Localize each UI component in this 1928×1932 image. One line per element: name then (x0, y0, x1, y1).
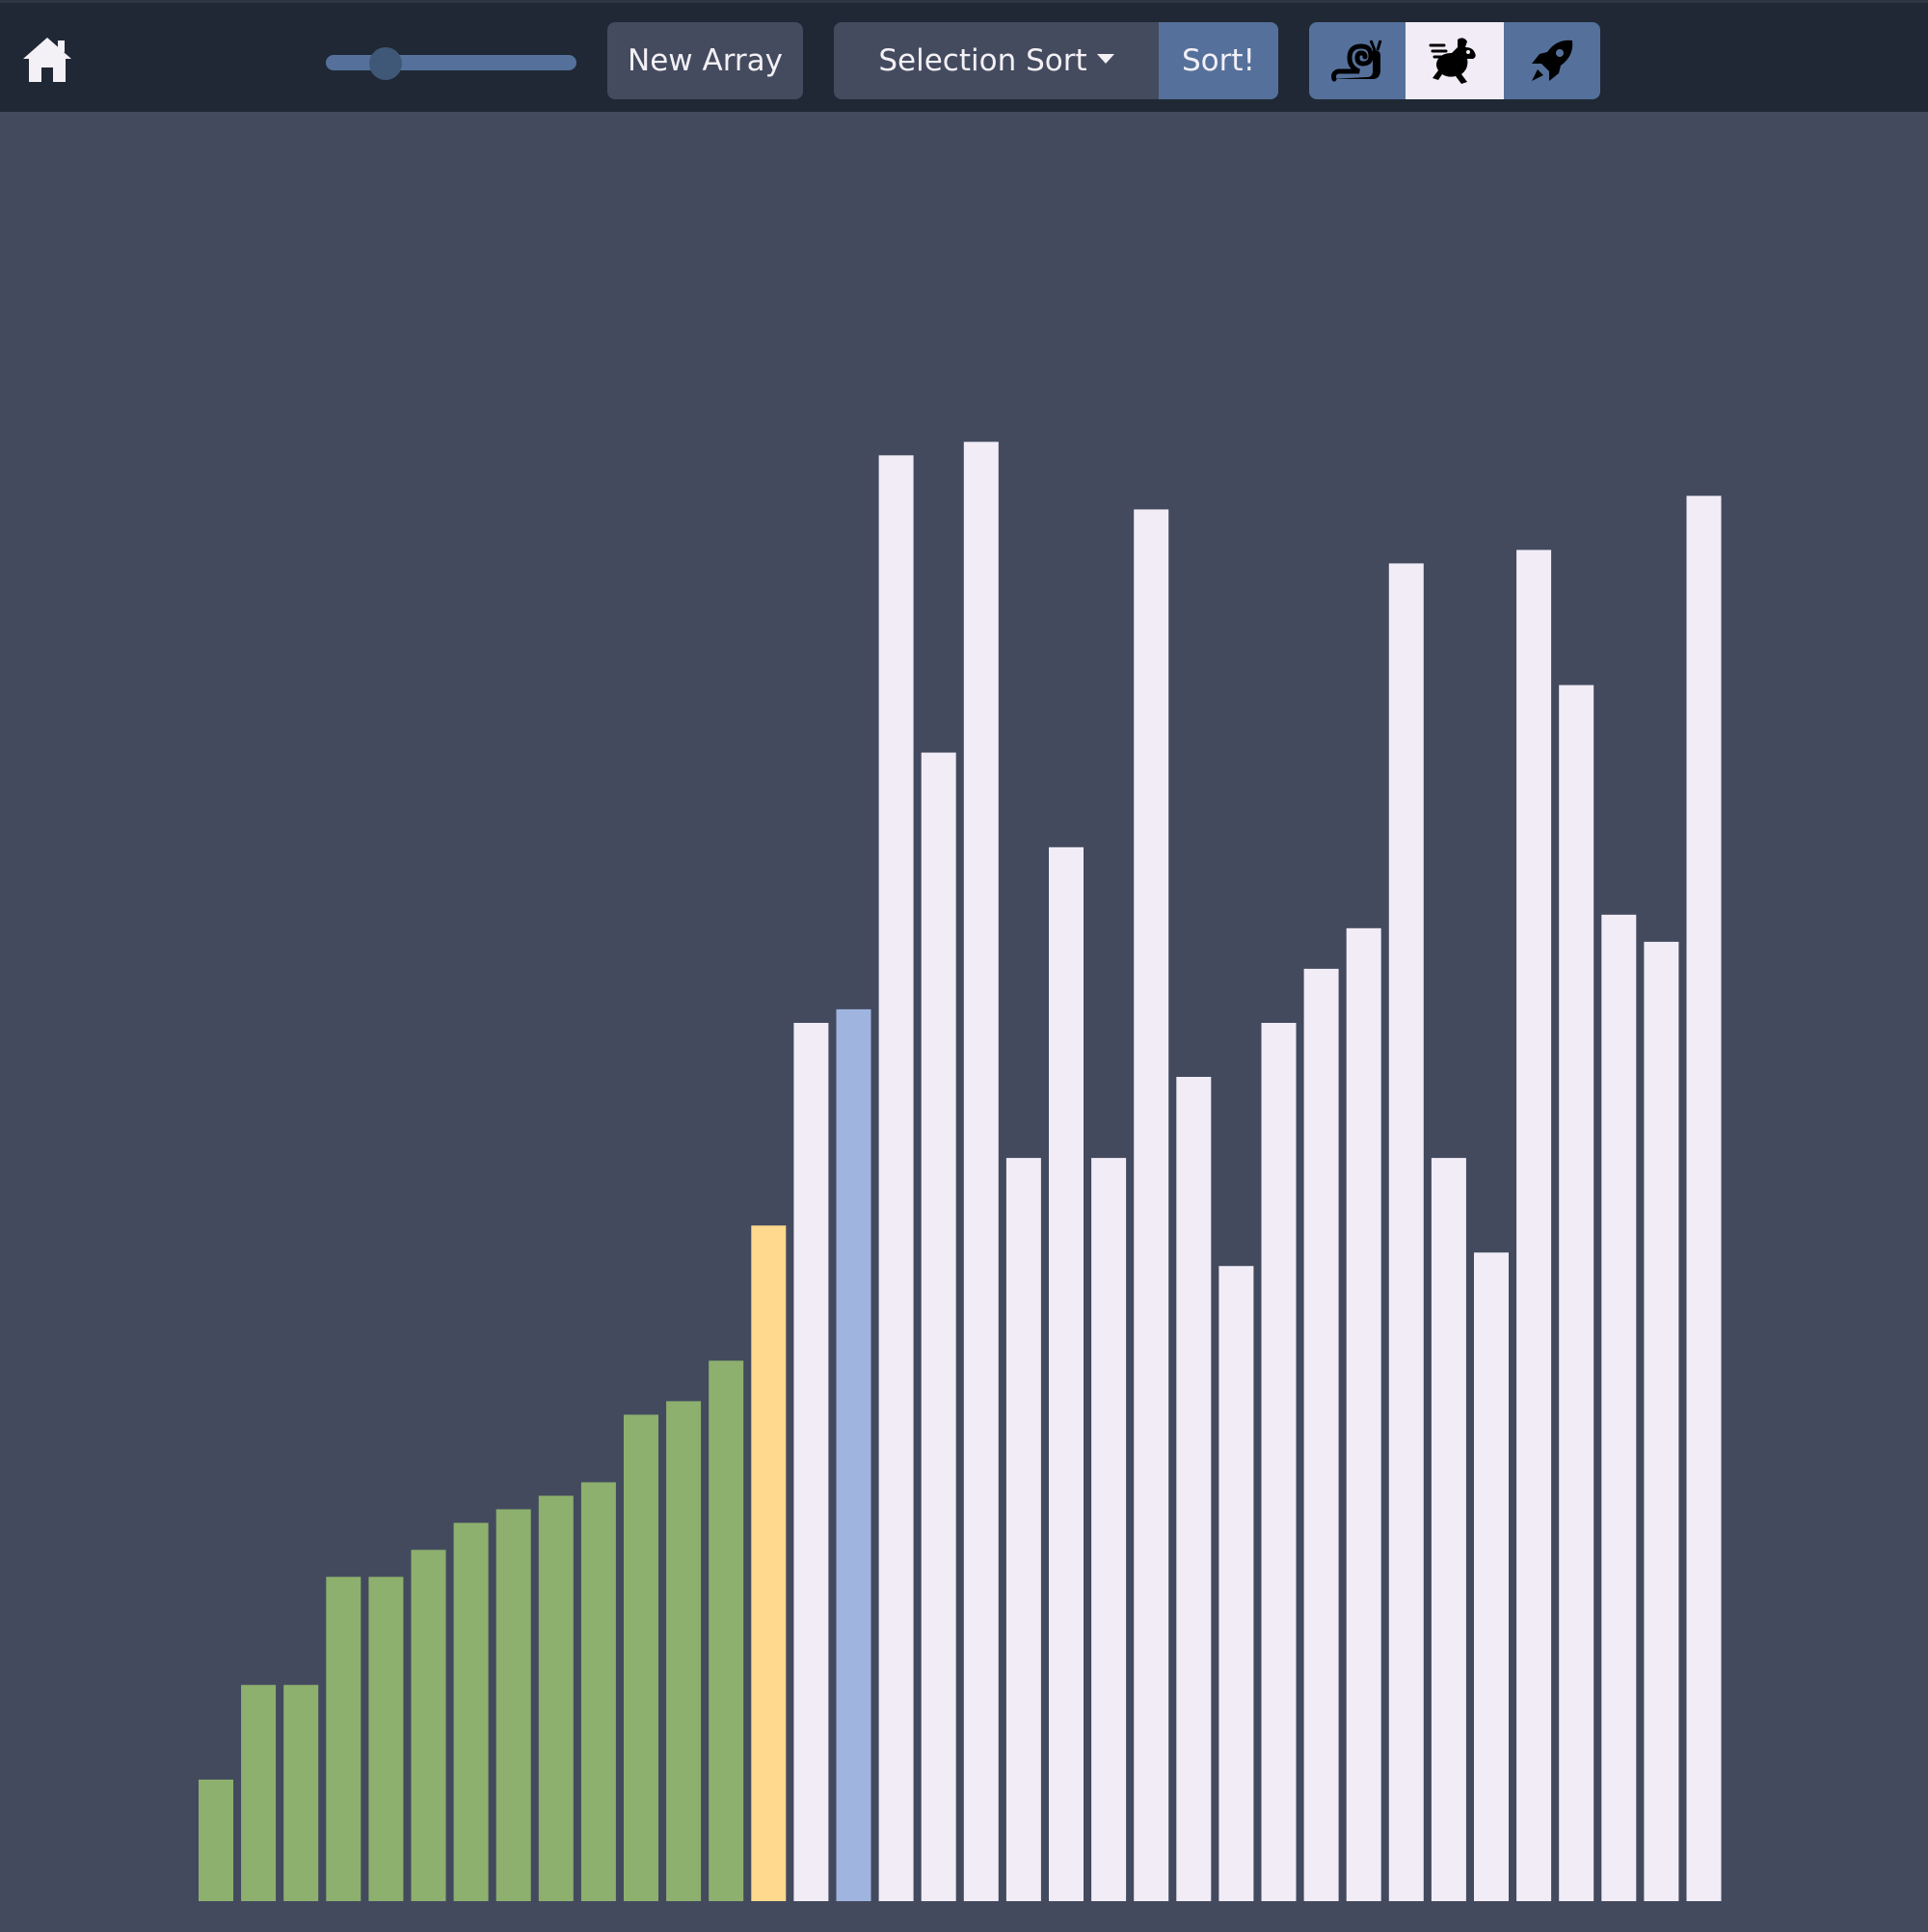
array-bar (921, 752, 956, 1901)
array-bar (453, 1522, 489, 1901)
sort-button[interactable]: Sort! (1159, 22, 1278, 99)
speed-medium-button[interactable] (1406, 22, 1504, 99)
array-bar (241, 1684, 277, 1901)
rocket-icon (1532, 40, 1573, 81)
sorting-visualizer (0, 112, 1928, 1932)
array-bar (1346, 927, 1381, 1901)
navbar: New Array Selection Sort Sort! (0, 0, 1928, 112)
array-bar (709, 1360, 744, 1901)
array-bar (1176, 1077, 1212, 1901)
array-bar (1431, 1158, 1466, 1901)
array-bar (963, 442, 999, 1901)
array-bar (624, 1414, 658, 1901)
array-bar (538, 1495, 574, 1901)
array-bar (326, 1576, 362, 1901)
array-bar (1218, 1266, 1254, 1901)
slider-thumb[interactable] (369, 47, 403, 80)
array-bar (411, 1549, 446, 1901)
array-bar (495, 1509, 531, 1901)
array-bar (1134, 509, 1169, 1901)
array-bar (1303, 968, 1339, 1901)
array-bar (1644, 941, 1679, 1901)
array-bar (878, 455, 914, 1901)
home-icon (23, 38, 71, 82)
bar-chart (199, 442, 1722, 1901)
array-bar (1261, 1023, 1297, 1901)
array-size-slider[interactable] (326, 47, 576, 80)
algorithm-dropdown[interactable]: Selection Sort (834, 22, 1159, 99)
snail-icon (1331, 40, 1382, 82)
array-bar (1005, 1158, 1041, 1901)
array-bar (751, 1225, 787, 1901)
array-bar (199, 1779, 233, 1901)
array-bar (1559, 684, 1594, 1901)
array-bar (836, 1008, 871, 1901)
array-bar (580, 1482, 616, 1901)
array-bar (1686, 496, 1722, 1901)
array-bar (1388, 563, 1424, 1901)
new-array-button[interactable]: New Array (607, 22, 803, 99)
slider-track (326, 55, 576, 70)
array-bar (1516, 550, 1552, 1901)
array-bar (793, 1023, 829, 1901)
algorithm-group: Selection Sort Sort! (834, 22, 1278, 99)
array-bar (1091, 1158, 1127, 1901)
array-bar (666, 1401, 702, 1901)
algorithm-selected-label: Selection Sort (878, 43, 1087, 78)
rabbit-icon (1429, 38, 1476, 84)
speed-slow-button[interactable] (1309, 22, 1406, 99)
chevron-down-icon (1096, 53, 1114, 64)
array-bar (1049, 846, 1084, 1901)
array-bar (283, 1684, 319, 1901)
array-bar (1474, 1252, 1509, 1901)
speed-group (1309, 22, 1600, 99)
speed-fast-button[interactable] (1504, 22, 1600, 99)
array-bar (1601, 914, 1637, 1901)
home-button[interactable] (21, 36, 73, 84)
array-bar (368, 1576, 404, 1901)
